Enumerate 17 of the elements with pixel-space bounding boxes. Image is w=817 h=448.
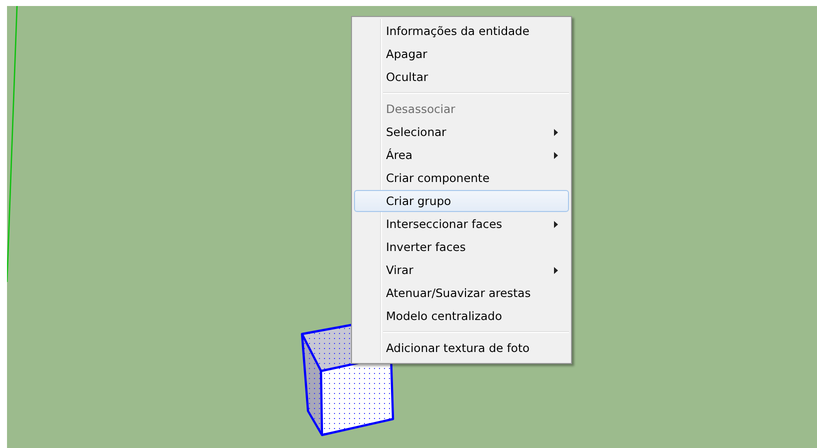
- menu-item[interactable]: Inverter faces: [354, 236, 569, 258]
- submenu-arrow-icon: [554, 152, 558, 158]
- menu-item[interactable]: Modelo centralizado: [354, 305, 569, 327]
- submenu-arrow-icon: [554, 266, 558, 274]
- menu-item[interactable]: Apagar: [354, 43, 569, 65]
- menu-item[interactable]: Interseccionar faces: [354, 213, 569, 235]
- menu-item[interactable]: Atenuar/Suavizar arestas: [354, 282, 569, 304]
- submenu-arrow-icon: [554, 220, 558, 228]
- menu-item[interactable]: Virar: [354, 259, 569, 281]
- menu-item[interactable]: Adicionar textura de foto: [354, 337, 569, 359]
- menu-item[interactable]: Informações da entidade: [354, 20, 569, 42]
- submenu-arrow-icon: [554, 128, 558, 136]
- menu-item[interactable]: Criar componente: [354, 167, 569, 189]
- menu-item[interactable]: Selecionar: [354, 121, 569, 143]
- menu-item[interactable]: Criar grupo: [354, 190, 569, 212]
- menu-item[interactable]: Área: [354, 144, 569, 166]
- menu-item[interactable]: Ocultar: [354, 66, 569, 88]
